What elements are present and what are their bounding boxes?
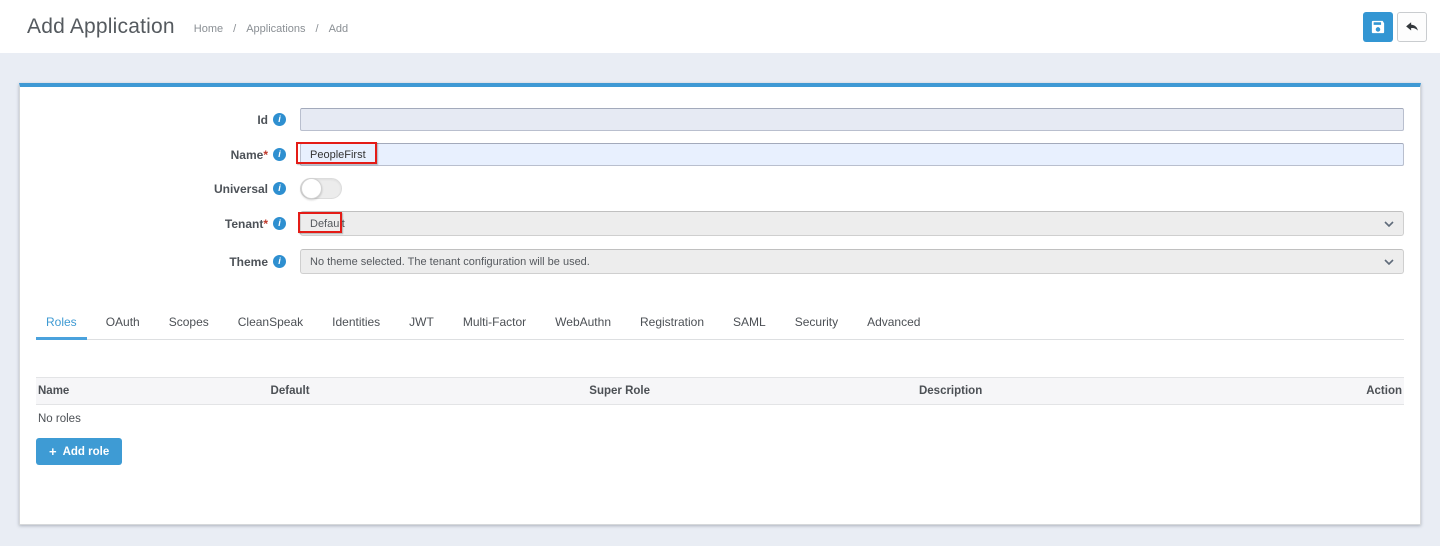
- info-icon[interactable]: i: [273, 148, 286, 161]
- tenant-label: Tenant* i: [36, 217, 286, 231]
- universal-label: Universal i: [36, 182, 286, 196]
- tab-webauthn[interactable]: WebAuthn: [545, 307, 621, 340]
- tab-jwt[interactable]: JWT: [399, 307, 444, 340]
- chevron-down-icon: [1384, 258, 1394, 265]
- theme-label-text: Theme: [229, 254, 268, 269]
- breadcrumb-home[interactable]: Home: [194, 23, 223, 35]
- column-action: Action: [1366, 385, 1402, 397]
- chevron-down-icon: [1384, 220, 1394, 227]
- universal-toggle[interactable]: [300, 178, 342, 199]
- id-label: Id i: [36, 113, 286, 127]
- theme-select-value: No theme selected. The tenant configurat…: [310, 255, 590, 268]
- tab-advanced[interactable]: Advanced: [857, 307, 930, 340]
- plus-icon: +: [49, 444, 57, 459]
- back-button[interactable]: [1397, 11, 1427, 42]
- add-role-button[interactable]: + Add role: [36, 438, 123, 465]
- theme-select[interactable]: No theme selected. The tenant configurat…: [300, 249, 1404, 274]
- add-role-button-label: Add role: [62, 445, 110, 458]
- toggle-knob: [301, 178, 322, 199]
- info-icon[interactable]: i: [273, 217, 286, 230]
- tab-registration[interactable]: Registration: [630, 307, 714, 340]
- tab-cleanspeak[interactable]: CleanSpeak: [228, 307, 313, 340]
- column-default: Default: [270, 385, 310, 397]
- tab-security[interactable]: Security: [785, 307, 848, 340]
- breadcrumb: Home / Applications / Add: [189, 23, 353, 35]
- form-row-tenant: Tenant* i Default: [36, 211, 1404, 236]
- name-label-text: Name*: [230, 147, 268, 162]
- tab-multi-factor[interactable]: Multi-Factor: [453, 307, 536, 340]
- undo-arrow-icon: [1404, 19, 1420, 35]
- tab-scopes[interactable]: Scopes: [159, 307, 219, 340]
- name-input[interactable]: [300, 143, 1404, 166]
- tenant-label-text: Tenant*: [224, 216, 268, 231]
- column-super-role: Super Role: [589, 385, 650, 397]
- breadcrumb-separator: /: [315, 23, 319, 35]
- save-button[interactable]: [1363, 11, 1393, 42]
- roles-table-header: Name Default Super Role Description Acti…: [36, 377, 1404, 405]
- name-label: Name* i: [36, 148, 286, 162]
- breadcrumb-separator: /: [233, 23, 237, 35]
- id-label-text: Id: [257, 112, 268, 127]
- info-icon[interactable]: i: [273, 182, 286, 195]
- form-row-id: Id i: [36, 108, 1404, 131]
- column-description: Description: [918, 385, 983, 397]
- breadcrumb-add: Add: [328, 23, 349, 35]
- breadcrumb-applications[interactable]: Applications: [246, 23, 305, 35]
- toolbar-actions: [1363, 11, 1427, 42]
- info-icon[interactable]: i: [273, 255, 286, 268]
- universal-label-text: Universal: [213, 181, 268, 196]
- theme-label: Theme i: [36, 255, 286, 269]
- info-icon[interactable]: i: [273, 113, 286, 126]
- floppy-disk-icon: [1371, 20, 1385, 34]
- tenant-select[interactable]: Default: [300, 211, 1404, 236]
- form-row-name: Name* i: [36, 143, 1404, 166]
- tenant-select-value: Default: [310, 217, 345, 230]
- form-row-universal: Universal i: [36, 178, 1404, 199]
- tab-oauth[interactable]: OAuth: [96, 307, 150, 340]
- roles-table: Name Default Super Role Description Acti…: [36, 377, 1404, 465]
- id-input[interactable]: [300, 108, 1404, 131]
- application-tabs: Roles OAuth Scopes CleanSpeak Identities…: [36, 307, 1404, 340]
- add-application-panel: Id i Name* i Universal i Tenant*: [19, 83, 1421, 525]
- form-row-theme: Theme i No theme selected. The tenant co…: [36, 249, 1404, 274]
- page-title: Add Application: [27, 14, 175, 38]
- tab-roles[interactable]: Roles: [36, 307, 87, 340]
- tab-saml[interactable]: SAML: [723, 307, 776, 340]
- empty-roles-message: No roles: [38, 413, 81, 425]
- tab-identities[interactable]: Identities: [322, 307, 390, 340]
- column-name: Name: [38, 385, 70, 397]
- page-header: Add Application Home / Applications / Ad…: [0, 0, 1440, 53]
